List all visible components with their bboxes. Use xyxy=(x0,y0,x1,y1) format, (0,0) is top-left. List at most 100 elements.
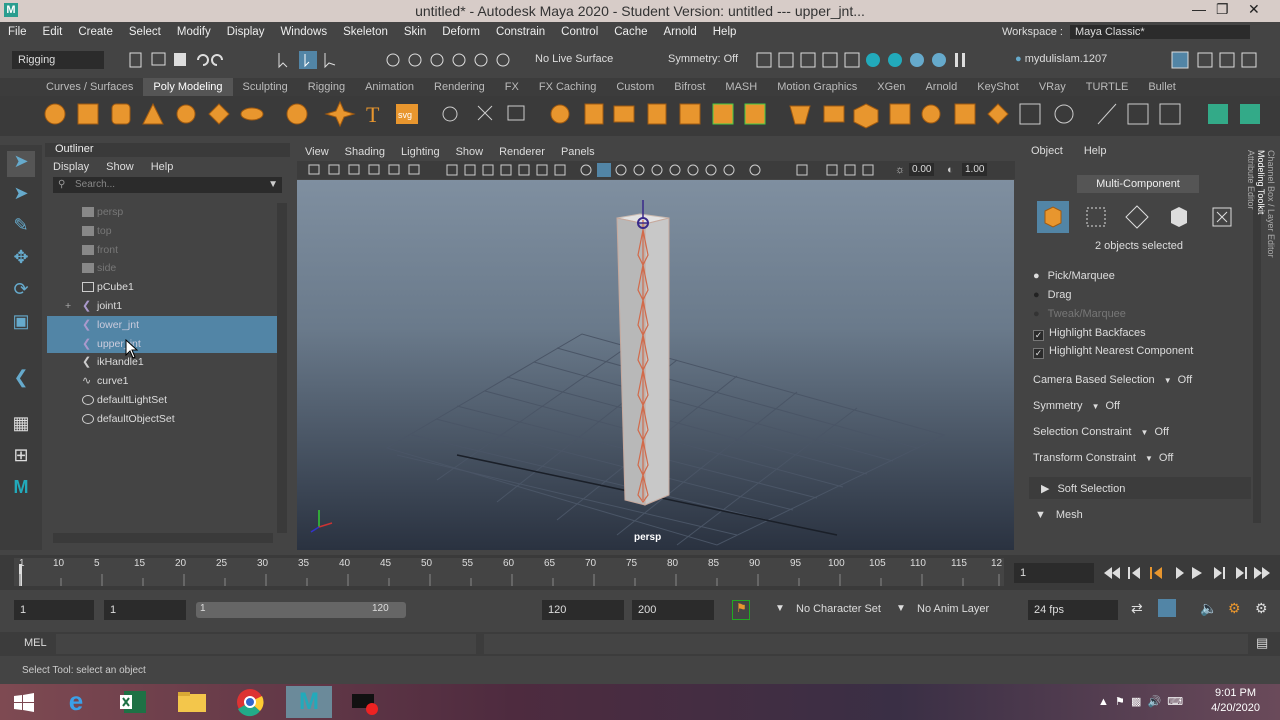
chevron-down-icon[interactable]: ▼ xyxy=(896,603,906,614)
menu-edit[interactable]: Edit xyxy=(35,22,71,42)
toolkit-menu-help[interactable]: Help xyxy=(1084,145,1107,157)
range-bar[interactable]: 1 120 xyxy=(196,602,406,618)
settings-icon[interactable]: ⚙ xyxy=(1255,600,1268,617)
viewport-menu-shading[interactable]: Shading xyxy=(345,146,385,158)
animation-end-field[interactable]: 200 xyxy=(632,600,714,620)
menu-modify[interactable]: Modify xyxy=(169,22,219,42)
restore-icon[interactable]: ❐ xyxy=(1216,1,1229,18)
outliner-item-defaultlightset[interactable]: defaultLightSet xyxy=(47,391,277,410)
workspace-dropdown[interactable]: Maya Classic* xyxy=(1070,25,1250,39)
script-editor-icon[interactable]: ▤ xyxy=(1256,635,1268,651)
outliner-item-curve1[interactable]: ∿ curve1 xyxy=(47,372,277,391)
tab-arnold[interactable]: Arnold xyxy=(915,78,967,96)
outliner-item-joint1[interactable]: + ❮ joint1 xyxy=(47,297,277,316)
menu-cache[interactable]: Cache xyxy=(606,22,655,42)
minimize-icon[interactable]: — xyxy=(1192,1,1206,17)
viewport-menu-panels[interactable]: Panels xyxy=(561,146,595,158)
tab-poly-modeling[interactable]: Poly Modeling xyxy=(143,78,233,96)
poly-modeling-shelf-icons[interactable]: T svg xyxy=(0,96,1280,136)
tab-vray[interactable]: VRay xyxy=(1029,78,1076,96)
tab-fx[interactable]: FX xyxy=(495,78,529,96)
tab-turtle[interactable]: TURTLE xyxy=(1076,78,1139,96)
panel-toggle-icons[interactable] xyxy=(1170,50,1270,70)
menu-control[interactable]: Control xyxy=(553,22,606,42)
outliner-menu-show[interactable]: Show xyxy=(106,161,134,173)
multi-component-button[interactable]: Multi-Component xyxy=(1077,175,1199,193)
system-clock[interactable]: 9:01 PM 4/20/2020 xyxy=(1211,686,1260,716)
symmetry-dropdown[interactable]: Symmetry: Off xyxy=(668,53,738,65)
chrome-icon[interactable] xyxy=(230,686,270,718)
selection-mode-icons[interactable] xyxy=(275,51,345,69)
toolkit-menu-object[interactable]: Object xyxy=(1031,145,1063,157)
snap-icons[interactable] xyxy=(385,51,525,69)
chevron-down-icon[interactable]: ▼ xyxy=(775,603,785,614)
soft-selection-section[interactable]: ▶ Soft Selection xyxy=(1029,477,1251,499)
close-icon[interactable]: ✕ xyxy=(1248,1,1260,18)
outliner-vscrollbar[interactable] xyxy=(277,203,287,533)
pick-marquee-option[interactable]: ● Pick/Marquee xyxy=(1033,270,1115,282)
outliner-item-front[interactable]: front xyxy=(47,241,277,260)
outliner-menu-display[interactable]: Display xyxy=(53,161,89,173)
menu-arnold[interactable]: Arnold xyxy=(656,22,705,42)
render-tools-icons[interactable] xyxy=(755,50,975,70)
viewport-menu-renderer[interactable]: Renderer xyxy=(499,146,545,158)
side-tab-modeling-toolkit[interactable]: Modeling Toolkit xyxy=(1256,150,1266,250)
internet-explorer-icon[interactable]: e xyxy=(56,686,96,718)
tab-motion-graphics[interactable]: Motion Graphics xyxy=(767,78,867,96)
tab-bullet[interactable]: Bullet xyxy=(1138,78,1186,96)
last-tool-icon[interactable]: ❮ xyxy=(7,367,35,393)
loop-icon[interactable]: ⇄ xyxy=(1131,600,1143,617)
component-mode-icons[interactable] xyxy=(1037,201,1247,233)
user-account[interactable]: ● mydulislam.1207 xyxy=(1015,53,1107,65)
file-explorer-icon[interactable] xyxy=(172,686,212,718)
tab-custom[interactable]: Custom xyxy=(606,78,664,96)
playback-controls[interactable] xyxy=(1100,565,1272,581)
current-frame-field[interactable]: 1 xyxy=(1014,563,1094,583)
gamma-field[interactable]: 1.00 xyxy=(962,163,988,176)
playback-end-field[interactable]: 120 xyxy=(542,600,624,620)
outliner-item-side[interactable]: side xyxy=(47,259,277,278)
paint-select-tool-icon[interactable]: ✎ xyxy=(7,215,35,241)
maya-taskbar-icon[interactable]: M xyxy=(286,686,332,718)
menu-skeleton[interactable]: Skeleton xyxy=(335,22,396,42)
time-slider[interactable]: 1 5 15 20 25 30 35 40 45 50 55 60 65 70 … xyxy=(0,555,1280,590)
outliner-item-defaultobjectset[interactable]: defaultObjectSet xyxy=(47,410,277,429)
side-tab-channel-box[interactable]: Channel Box / Layer Editor xyxy=(1266,150,1276,290)
camera-based-selection[interactable]: Camera Based Selection ▼ Off xyxy=(1033,374,1192,386)
outliner-item-persp[interactable]: persp xyxy=(47,203,277,222)
outliner-item-lower-jnt[interactable]: ❮ lower_jnt xyxy=(47,315,277,335)
select-tool-icon[interactable]: ➤ xyxy=(7,151,35,177)
outliner-search-input[interactable]: ⚲ Search... ▼ xyxy=(53,177,282,193)
outliner-menu-help[interactable]: Help xyxy=(151,161,174,173)
anim-layer-dropdown[interactable]: No Anim Layer xyxy=(917,603,989,615)
menu-constrain[interactable]: Constrain xyxy=(488,22,553,42)
menu-display[interactable]: Display xyxy=(219,22,273,42)
expand-icon[interactable]: + xyxy=(65,297,71,316)
tab-animation[interactable]: Animation xyxy=(355,78,424,96)
tab-bifrost[interactable]: Bifrost xyxy=(664,78,715,96)
menu-skin[interactable]: Skin xyxy=(396,22,434,42)
viewport-menu-view[interactable]: View xyxy=(305,146,329,158)
cache-playback-icon[interactable] xyxy=(1158,599,1176,617)
outliner-item-ikhandle1[interactable]: ❮ ikHandle1 xyxy=(47,353,277,372)
tab-rigging[interactable]: Rigging xyxy=(298,78,355,96)
move-tool-icon[interactable]: ✥ xyxy=(7,247,35,273)
tab-sculpting[interactable]: Sculpting xyxy=(233,78,298,96)
screen-recorder-icon[interactable] xyxy=(344,686,384,718)
drag-option[interactable]: ● Drag xyxy=(1033,289,1072,301)
tab-rendering[interactable]: Rendering xyxy=(424,78,495,96)
menu-create[interactable]: Create xyxy=(70,22,121,42)
menu-select[interactable]: Select xyxy=(121,22,169,42)
character-set-dropdown[interactable]: No Character Set xyxy=(796,603,881,615)
menuset-dropdown[interactable]: Rigging xyxy=(12,51,104,69)
menu-help[interactable]: Help xyxy=(705,22,745,42)
outliner-item-pcube1[interactable]: pCube1 xyxy=(47,278,277,297)
symmetry-setting[interactable]: Symmetry ▼ Off xyxy=(1033,400,1120,412)
outliner-item-upper-jnt[interactable]: ❮ upper_jnt xyxy=(47,334,277,354)
transform-constraint[interactable]: Transform Constraint ▼ Off xyxy=(1033,452,1173,464)
playback-start-field[interactable]: 1 xyxy=(104,600,186,620)
tab-mash[interactable]: MASH xyxy=(715,78,767,96)
viewport-menu-lighting[interactable]: Lighting xyxy=(401,146,440,158)
scale-tool-icon[interactable]: ▣ xyxy=(7,311,35,337)
layout-four-icon[interactable]: ⊞ xyxy=(7,445,35,471)
